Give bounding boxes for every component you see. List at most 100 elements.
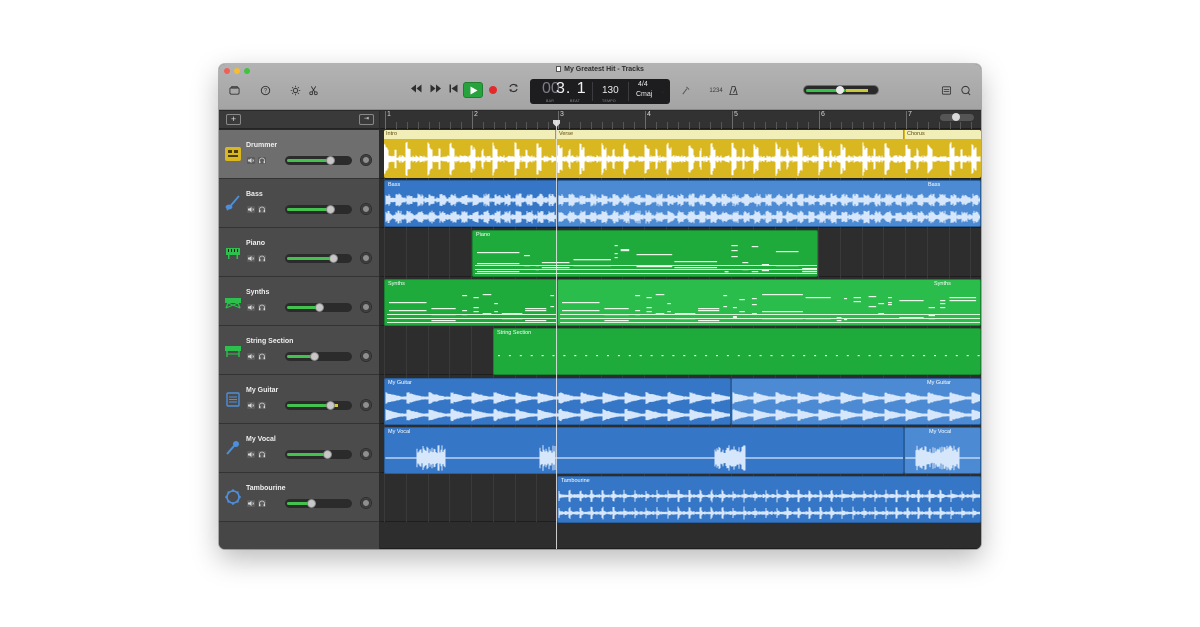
volume-knob[interactable] — [307, 499, 316, 508]
timeline-ruler[interactable]: 1 2 3 4 5 6 7 — [380, 111, 981, 129]
volume-slider[interactable] — [285, 303, 352, 312]
track-header-bass[interactable]: Bass — [219, 179, 379, 228]
smart-controls-button[interactable] — [289, 85, 301, 97]
lcd-display[interactable]: 00 3. 1 BAR BEAT 130 TEMPO 4/4 Cmaj — [530, 79, 670, 104]
pan-knob[interactable] — [360, 497, 372, 509]
volume-knob[interactable] — [326, 156, 335, 165]
zoom-slider-knob[interactable] — [952, 113, 960, 121]
catch-playhead-button[interactable]: ⇥ — [359, 114, 374, 125]
track-header-my-guitar[interactable]: My Guitar — [219, 375, 379, 424]
playhead[interactable] — [556, 121, 557, 549]
loop-browser-button[interactable] — [959, 85, 971, 97]
quick-help-button[interactable]: ? — [259, 85, 271, 97]
bass-region[interactable]: Bass — [384, 180, 557, 227]
volume-slider[interactable] — [285, 401, 352, 410]
volume-slider[interactable] — [285, 450, 352, 459]
help-icon: ? — [260, 85, 270, 96]
volume-knob[interactable] — [310, 352, 319, 361]
add-track-button[interactable]: + — [226, 114, 241, 125]
master-volume-knob[interactable] — [836, 86, 844, 94]
guitar-region[interactable]: My Guitar — [384, 378, 731, 425]
volume-slider[interactable] — [285, 254, 352, 263]
midi-note — [636, 254, 673, 256]
solo-button[interactable] — [258, 255, 266, 262]
track-header-tambourine[interactable]: Tambourine — [219, 473, 379, 522]
drummer-region[interactable]: Intro Verse Chorus — [384, 130, 981, 178]
midi-note — [494, 303, 498, 305]
mute-button[interactable] — [247, 451, 255, 458]
solo-button[interactable] — [258, 353, 266, 360]
midi-note — [731, 256, 738, 258]
pan-knob[interactable] — [360, 154, 372, 166]
zoom-slider[interactable] — [940, 113, 974, 121]
volume-knob[interactable] — [323, 450, 332, 459]
notepad-button[interactable] — [940, 85, 952, 97]
empty-lane[interactable] — [380, 522, 981, 549]
mute-button[interactable] — [247, 304, 255, 311]
ruler-bar-tick — [385, 111, 386, 129]
solo-button[interactable] — [258, 206, 266, 213]
midi-note — [949, 300, 977, 302]
tambourine-region[interactable]: Tambourine — [557, 476, 981, 523]
volume-knob[interactable] — [315, 303, 324, 312]
record-button[interactable] — [489, 86, 497, 94]
guitar-loop-region[interactable]: My Guitar — [731, 378, 981, 425]
tambourine-waveform — [558, 489, 980, 520]
midi-note — [562, 302, 600, 304]
count-in-button[interactable]: 1234 — [708, 85, 724, 97]
track-header-drummer[interactable]: Drummer — [219, 130, 379, 179]
editors-button[interactable] — [307, 85, 319, 97]
go-to-beginning-button[interactable] — [448, 83, 458, 97]
volume-knob[interactable] — [329, 254, 338, 263]
lcd-mode-chevron-icon[interactable]: ⌄ — [660, 87, 666, 95]
region-label: Synths — [934, 281, 951, 287]
track-header-piano[interactable]: Piano — [219, 228, 379, 277]
pan-knob[interactable] — [360, 252, 372, 264]
track-header-synths[interactable]: Synths — [219, 277, 379, 326]
ruler-sub-tick — [916, 122, 918, 129]
volume-slider[interactable] — [285, 499, 352, 508]
pan-knob[interactable] — [360, 350, 372, 362]
synths-region[interactable]: Synths — [384, 279, 557, 326]
solo-button[interactable] — [258, 402, 266, 409]
mute-button[interactable] — [247, 157, 255, 164]
rewind-button[interactable] — [409, 83, 423, 97]
pan-knob[interactable] — [360, 203, 372, 215]
fast-forward-button[interactable] — [429, 83, 443, 97]
cycle-button[interactable] — [507, 83, 519, 97]
mute-button[interactable] — [247, 500, 255, 507]
solo-button[interactable] — [258, 157, 266, 164]
solo-button[interactable] — [258, 304, 266, 311]
bass-loop-region[interactable]: Bass — [557, 180, 981, 227]
strings-region[interactable]: String Section — [493, 328, 981, 375]
piano-region[interactable]: Piano — [472, 230, 818, 277]
metronome-button[interactable] — [727, 85, 739, 97]
mute-button[interactable] — [247, 255, 255, 262]
volume-knob[interactable] — [326, 205, 335, 214]
volume-slider[interactable] — [285, 205, 352, 214]
library-button[interactable] — [228, 85, 240, 97]
tracks-area[interactable]: Intro Verse Chorus Bass Bass Piano Synth… — [380, 130, 981, 549]
ruler-sub-tick — [406, 122, 408, 129]
volume-slider[interactable] — [285, 352, 352, 361]
volume-knob[interactable] — [326, 401, 335, 410]
vocal-loop-region[interactable]: My Vocal — [904, 427, 981, 474]
mute-button[interactable] — [247, 206, 255, 213]
track-header-my-vocal[interactable]: My Vocal — [219, 424, 379, 473]
master-volume-slider[interactable] — [803, 85, 879, 95]
synths-loop-region[interactable]: Synths — [557, 279, 981, 326]
solo-button[interactable] — [258, 451, 266, 458]
pan-knob[interactable] — [360, 399, 372, 411]
volume-slider[interactable] — [285, 156, 352, 165]
play-button[interactable] — [463, 82, 483, 98]
pan-knob[interactable] — [360, 301, 372, 313]
tuner-button[interactable] — [679, 85, 691, 97]
vocal-region[interactable]: My Vocal — [384, 427, 904, 474]
mute-button[interactable] — [247, 402, 255, 409]
grid-line — [514, 473, 516, 522]
track-header-string-section[interactable]: String Section — [219, 326, 379, 375]
solo-button[interactable] — [258, 500, 266, 507]
grid-line — [970, 228, 972, 277]
mute-button[interactable] — [247, 353, 255, 360]
pan-knob[interactable] — [360, 448, 372, 460]
